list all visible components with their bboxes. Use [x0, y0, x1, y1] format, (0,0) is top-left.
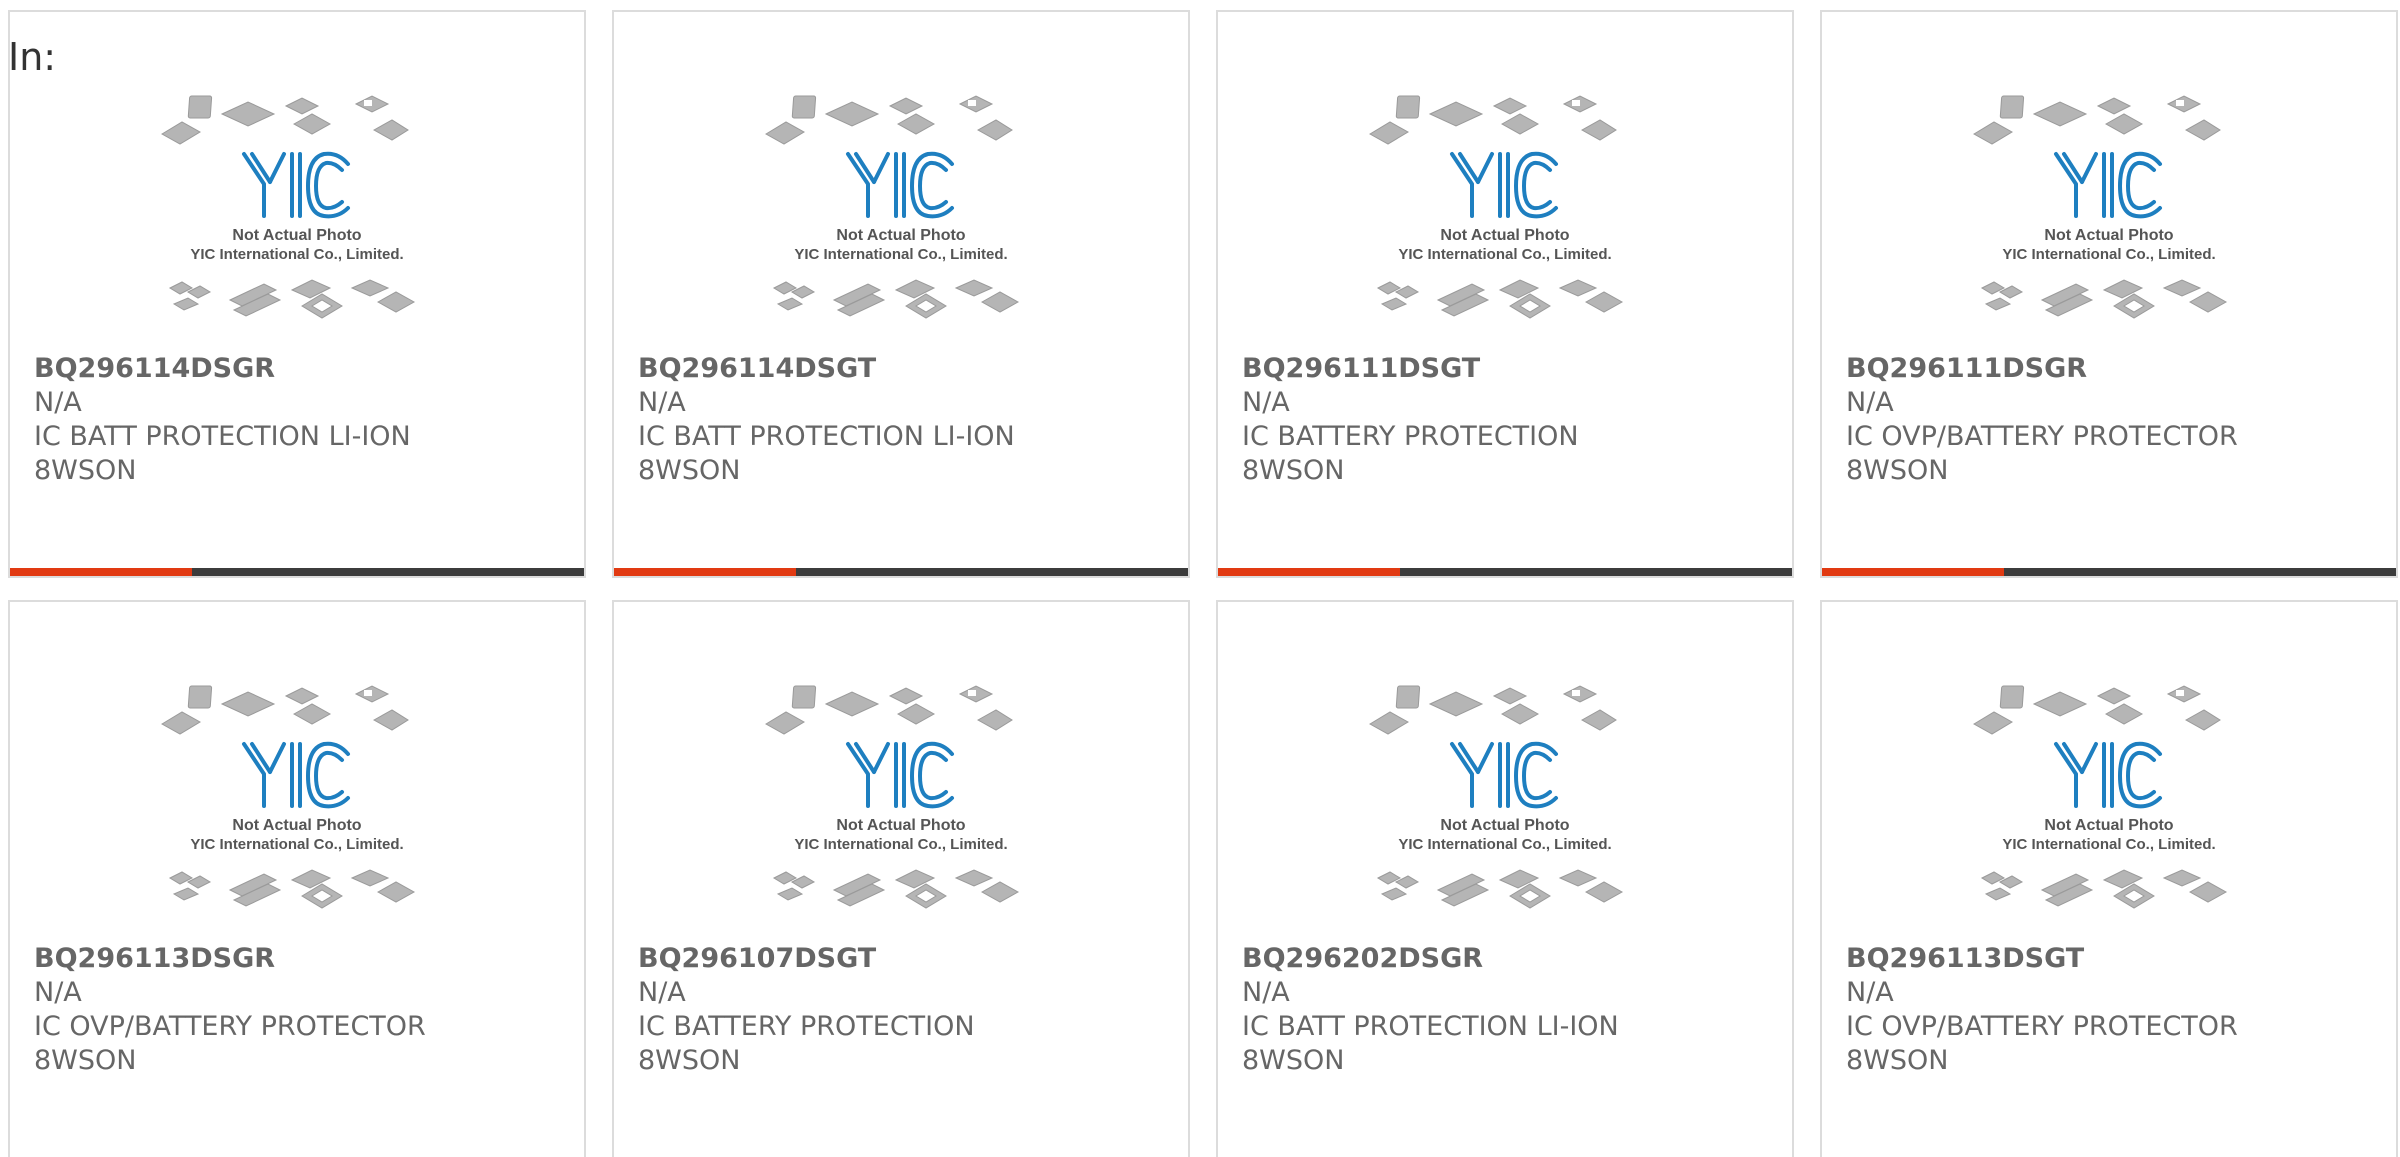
- manufacturer: N/A: [638, 387, 686, 418]
- part-number-link[interactable]: BQ296202DSGR: [1242, 942, 1776, 976]
- manufacturer: N/A: [1846, 977, 1894, 1008]
- caption-line-1: Not Actual Photo: [232, 227, 361, 244]
- caption-line-1: Not Actual Photo: [836, 817, 965, 834]
- caption-line-1: Not Actual Photo: [2044, 817, 2173, 834]
- caption-line-1: Not Actual Photo: [1440, 227, 1569, 244]
- package: 8WSON: [1846, 1045, 1949, 1076]
- caption-line-2: YIC International Co., Limited.: [794, 836, 1007, 853]
- caption-line-2: YIC International Co., Limited.: [190, 246, 403, 263]
- caption-line-1: Not Actual Photo: [836, 227, 965, 244]
- caption-line-1: Not Actual Photo: [1440, 817, 1569, 834]
- product-card[interactable]: Not Actual Photo YIC International Co., …: [612, 10, 1190, 578]
- product-card[interactable]: Not Actual Photo YIC International Co., …: [612, 600, 1190, 1157]
- part-number-link[interactable]: BQ296107DSGT: [638, 942, 1172, 976]
- product-info: BQ296113DSGR N/A IC OVP/BATTERY PROTECTO…: [34, 942, 568, 1078]
- product-info: BQ296113DSGT N/A IC OVP/BATTERY PROTECTO…: [1846, 942, 2380, 1078]
- caption-line-1: Not Actual Photo: [232, 817, 361, 834]
- product-image[interactable]: Not Actual Photo YIC International Co., …: [1218, 92, 1792, 342]
- placeholder-image-icon: Not Actual Photo YIC International Co., …: [1369, 685, 1624, 909]
- manufacturer: N/A: [1242, 977, 1290, 1008]
- placeholder-image-icon: Not Actual Photo YIC International Co., …: [1973, 685, 2228, 909]
- package: 8WSON: [34, 455, 137, 486]
- product-card[interactable]: Not Actual Photo YIC International Co., …: [1820, 10, 2398, 578]
- manufacturer: N/A: [638, 977, 686, 1008]
- part-number-link[interactable]: BQ296113DSGR: [34, 942, 568, 976]
- placeholder-image-icon: Not Actual Photo YIC International Co., …: [161, 685, 416, 909]
- part-number-link[interactable]: BQ296113DSGT: [1846, 942, 2380, 976]
- description: IC OVP/BATTERY PROTECTOR: [34, 1011, 426, 1042]
- description: IC BATTERY PROTECTION: [1242, 421, 1579, 452]
- caption-line-2: YIC International Co., Limited.: [2002, 246, 2215, 263]
- product-card[interactable]: Not Actual Photo YIC International Co., …: [1216, 10, 1794, 578]
- product-listing-page: In: Not Actual Photo YIC International C…: [0, 0, 2400, 1157]
- product-image[interactable]: Not Actual Photo YIC International Co., …: [1218, 682, 1792, 932]
- product-image[interactable]: Not Actual Photo YIC International Co., …: [614, 92, 1188, 342]
- caption-line-2: YIC International Co., Limited.: [794, 246, 1007, 263]
- product-info: BQ296107DSGT N/A IC BATTERY PROTECTION 8…: [638, 942, 1172, 1078]
- placeholder-image-icon: Not Actual Photo YIC International Co., …: [1369, 95, 1624, 319]
- description: IC OVP/BATTERY PROTECTOR: [1846, 421, 2238, 452]
- placeholder-image-icon: Not Actual Photo YIC International Co., …: [765, 95, 1020, 319]
- manufacturer: N/A: [34, 387, 82, 418]
- caption-line-2: YIC International Co., Limited.: [2002, 836, 2215, 853]
- card-bottom-bar-accent: [10, 568, 192, 576]
- description: IC OVP/BATTERY PROTECTOR: [1846, 1011, 2238, 1042]
- card-bottom-bar: [1218, 568, 1792, 576]
- product-info: BQ296114DSGT N/A IC BATT PROTECTION LI-I…: [638, 352, 1172, 488]
- card-bottom-bar-accent: [1822, 568, 2004, 576]
- card-bottom-bar: [614, 568, 1188, 576]
- product-image[interactable]: Not Actual Photo YIC International Co., …: [10, 92, 584, 342]
- part-number-link[interactable]: BQ296114DSGT: [638, 352, 1172, 386]
- caption-line-2: YIC International Co., Limited.: [1398, 246, 1611, 263]
- product-info: BQ296114DSGR N/A IC BATT PROTECTION LI-I…: [34, 352, 568, 488]
- description: IC BATT PROTECTION LI-ION: [638, 421, 1015, 452]
- placeholder-image-icon: Not Actual Photo YIC International Co., …: [161, 95, 416, 319]
- manufacturer: N/A: [34, 977, 82, 1008]
- part-number-link[interactable]: BQ296114DSGR: [34, 352, 568, 386]
- product-image[interactable]: Not Actual Photo YIC International Co., …: [10, 682, 584, 932]
- card-bottom-bar: [1822, 568, 2396, 576]
- description: IC BATT PROTECTION LI-ION: [1242, 1011, 1619, 1042]
- placeholder-image-icon: Not Actual Photo YIC International Co., …: [1973, 95, 2228, 319]
- product-card[interactable]: Not Actual Photo YIC International Co., …: [1820, 600, 2398, 1157]
- description: IC BATTERY PROTECTION: [638, 1011, 975, 1042]
- manufacturer: N/A: [1242, 387, 1290, 418]
- package: 8WSON: [34, 1045, 137, 1076]
- package: 8WSON: [1242, 455, 1345, 486]
- card-bottom-bar: [10, 568, 584, 576]
- caption-line-1: Not Actual Photo: [2044, 227, 2173, 244]
- caption-line-2: YIC International Co., Limited.: [1398, 836, 1611, 853]
- part-number-link[interactable]: BQ296111DSGT: [1242, 352, 1776, 386]
- manufacturer: N/A: [1846, 387, 1894, 418]
- product-info: BQ296111DSGR N/A IC OVP/BATTERY PROTECTO…: [1846, 352, 2380, 488]
- product-image[interactable]: Not Actual Photo YIC International Co., …: [1822, 682, 2396, 932]
- package: 8WSON: [638, 1045, 741, 1076]
- product-image[interactable]: Not Actual Photo YIC International Co., …: [1822, 92, 2396, 342]
- description: IC BATT PROTECTION LI-ION: [34, 421, 411, 452]
- product-image[interactable]: Not Actual Photo YIC International Co., …: [614, 682, 1188, 932]
- product-card[interactable]: Not Actual Photo YIC International Co., …: [1216, 600, 1794, 1157]
- placeholder-image-icon: Not Actual Photo YIC International Co., …: [765, 685, 1020, 909]
- card-bottom-bar-accent: [614, 568, 796, 576]
- product-info: BQ296111DSGT N/A IC BATTERY PROTECTION 8…: [1242, 352, 1776, 488]
- product-card[interactable]: Not Actual Photo YIC International Co., …: [8, 10, 586, 578]
- product-info: BQ296202DSGR N/A IC BATT PROTECTION LI-I…: [1242, 942, 1776, 1078]
- package: 8WSON: [1846, 455, 1949, 486]
- in-label: In:: [8, 35, 57, 79]
- part-number-link[interactable]: BQ296111DSGR: [1846, 352, 2380, 386]
- card-bottom-bar-accent: [1218, 568, 1400, 576]
- caption-line-2: YIC International Co., Limited.: [190, 836, 403, 853]
- package: 8WSON: [1242, 1045, 1345, 1076]
- product-card[interactable]: Not Actual Photo YIC International Co., …: [8, 600, 586, 1157]
- package: 8WSON: [638, 455, 741, 486]
